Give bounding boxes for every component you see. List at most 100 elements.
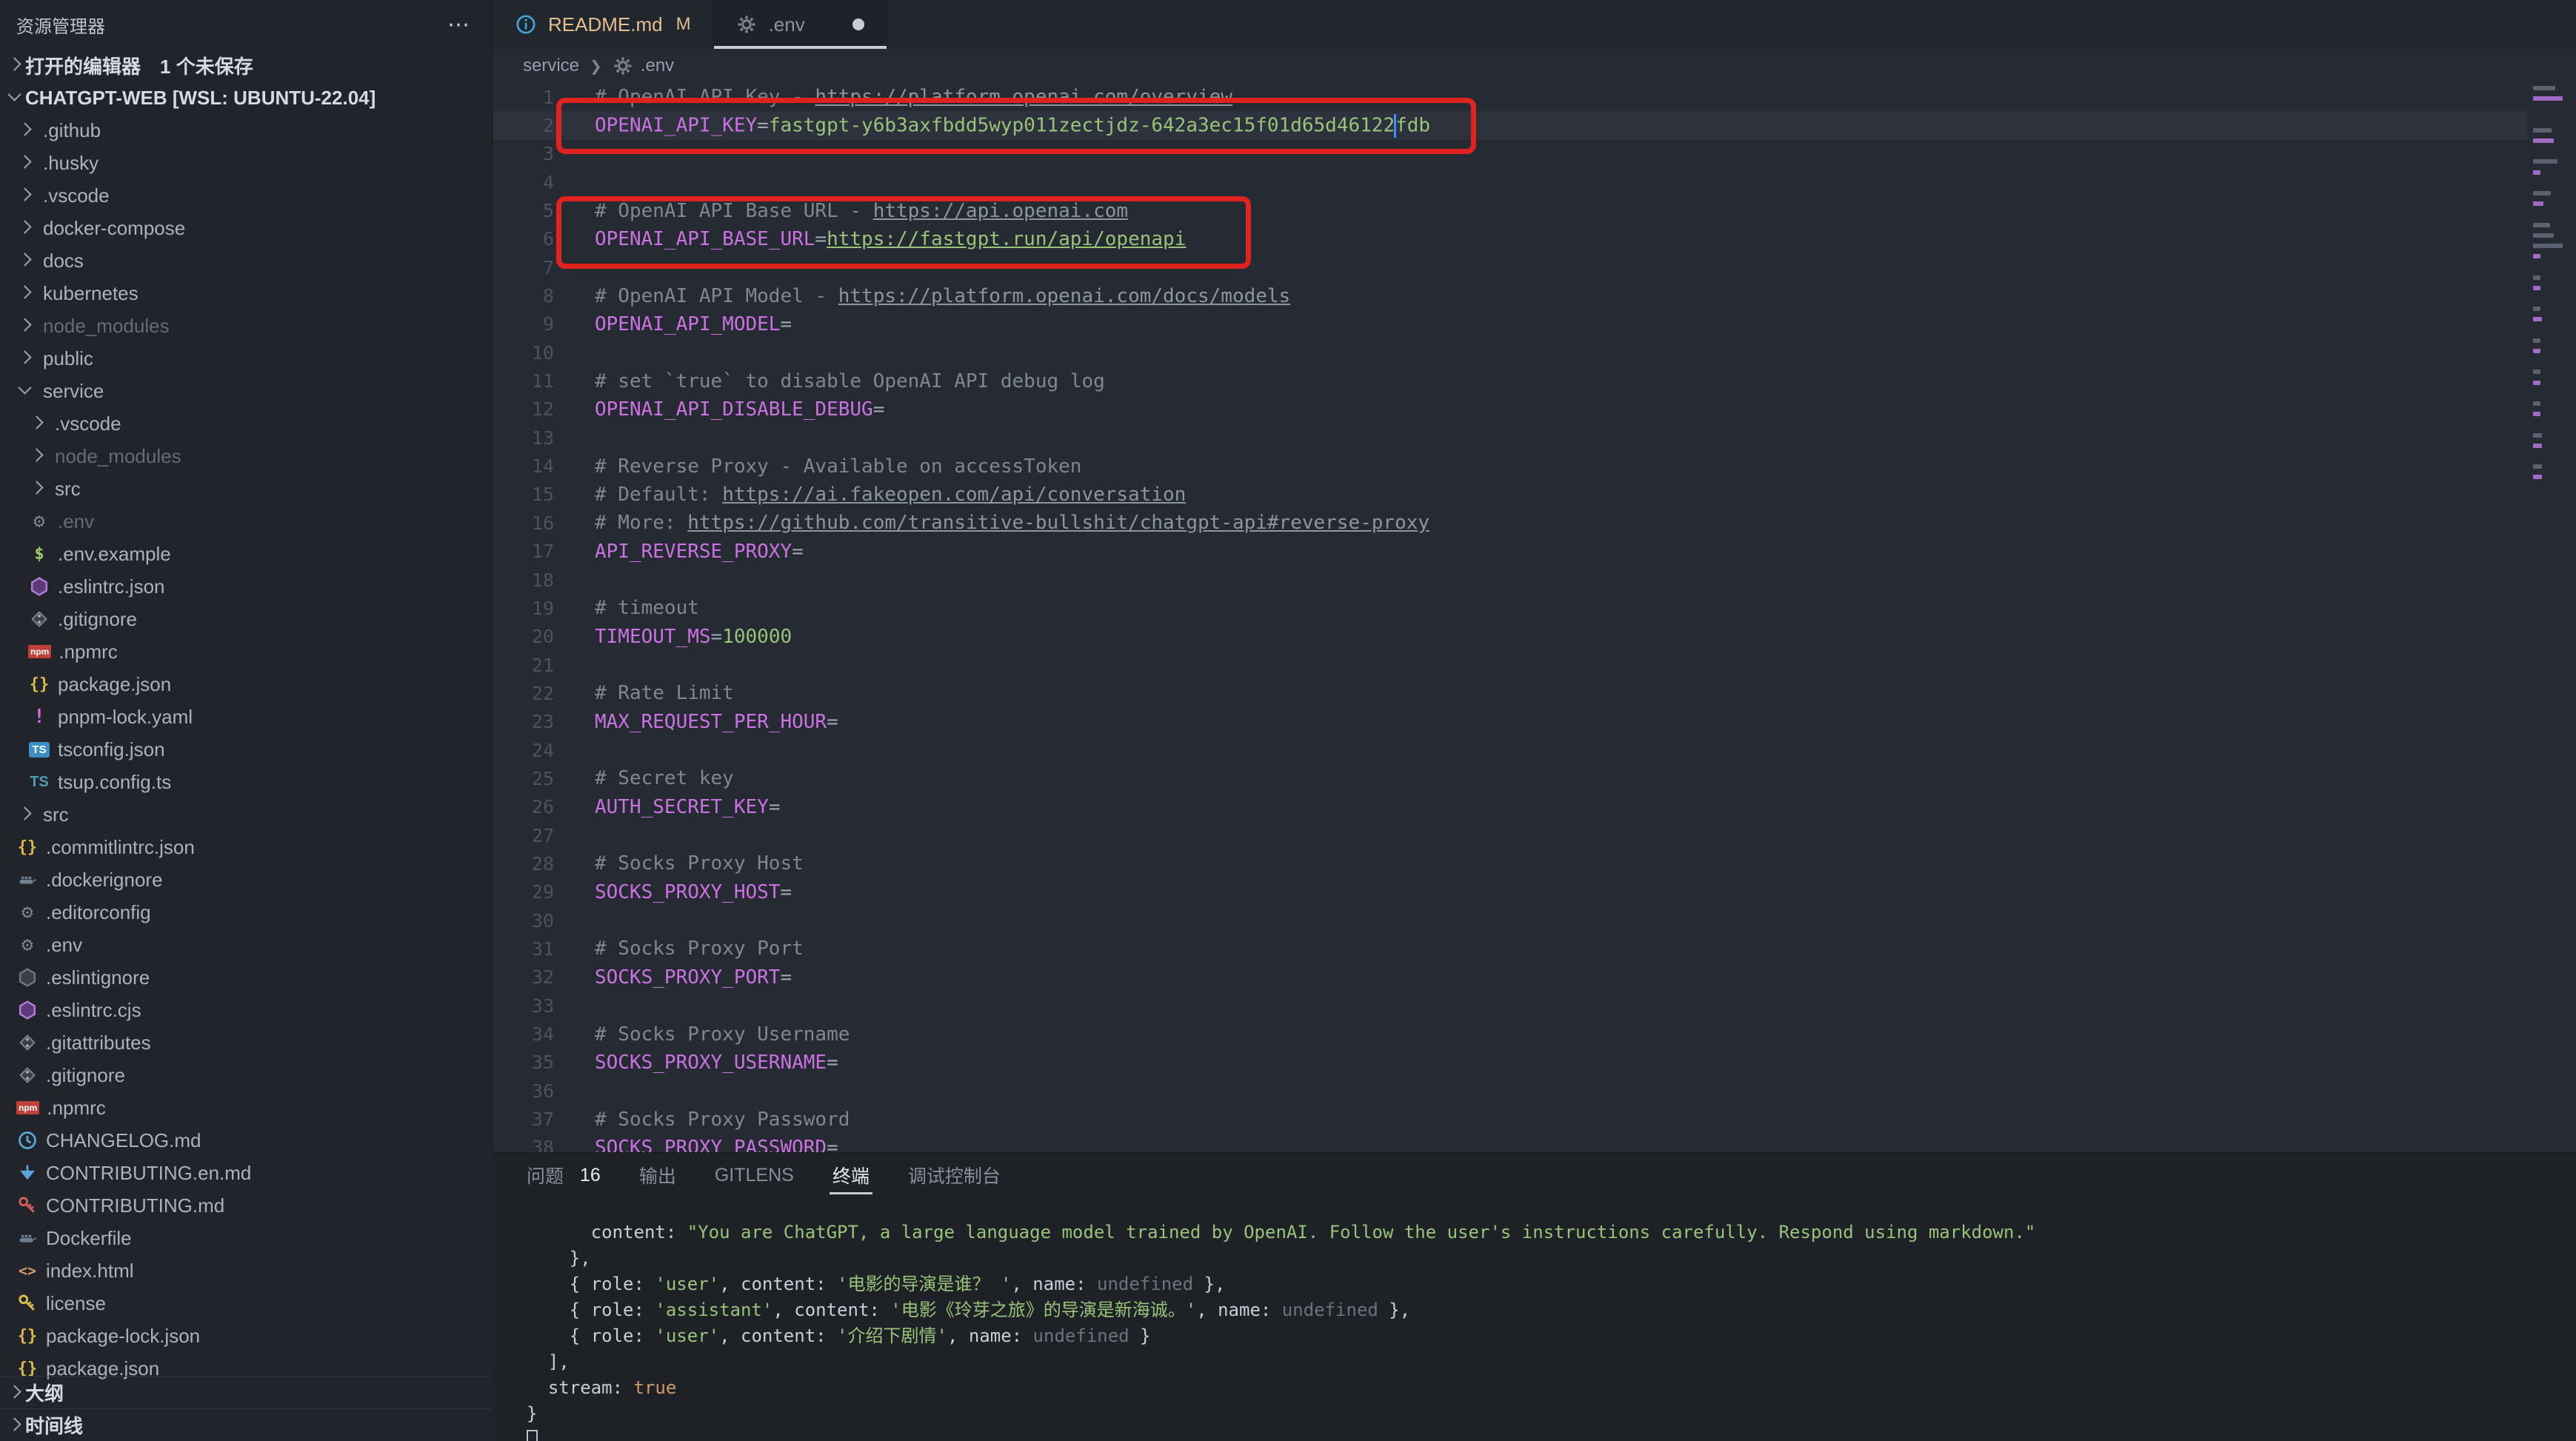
key-icon: [16, 1194, 39, 1217]
tree-file-.eslintignore[interactable]: .eslintignore: [0, 961, 492, 994]
yaml-icon: !: [28, 706, 50, 728]
breadcrumb-folder[interactable]: service: [523, 56, 579, 76]
minimap-mark: [2533, 159, 2557, 164]
tree-file-.env[interactable]: ⚙.env: [0, 929, 492, 961]
tree-folder-public[interactable]: public: [0, 342, 492, 375]
chevron-right-icon: [6, 56, 25, 75]
breadcrumb: service ❯ .env: [493, 49, 2576, 83]
chevron-down-icon: [6, 88, 25, 107]
eslint-icon: [16, 999, 39, 1021]
tree-folder-src[interactable]: src: [0, 798, 492, 831]
code-line-7: 7: [493, 253, 2576, 281]
panel-tab-问题[interactable]: 问题16: [527, 1153, 601, 1197]
tree-file-package.json[interactable]: {}package.json: [0, 668, 492, 701]
panel-tab-终端[interactable]: 终端: [832, 1153, 870, 1197]
chevron-right-icon: [16, 349, 36, 368]
chevron-right-icon: [16, 316, 36, 335]
git-icon: [16, 1032, 39, 1054]
tree-file-package-lock.json[interactable]: {}package-lock.json: [0, 1320, 492, 1352]
minimap[interactable]: [2527, 83, 2576, 527]
code-line-5: 5# OpenAI API Base URL - https://api.ope…: [493, 196, 2576, 224]
npm-icon: npm: [28, 641, 51, 663]
tree-file-.gitignore[interactable]: .gitignore: [0, 1059, 492, 1091]
tree-file-CONTRIBUTING.en.md[interactable]: CONTRIBUTING.en.md: [0, 1157, 492, 1189]
changelog-clock-icon: [16, 1129, 39, 1151]
tree-file-.env[interactable]: ⚙.env: [0, 505, 492, 538]
minimap-mark: [2533, 307, 2540, 311]
tree-folder-docs[interactable]: docs: [0, 244, 492, 277]
tree-folder-node_modules[interactable]: node_modules: [0, 440, 492, 472]
license-key-icon: [16, 1292, 39, 1314]
code-line-10: 10: [493, 338, 2576, 367]
minimap-mark: [2533, 201, 2543, 206]
code-line-1: 1# OpenAI API Key - https://platform.ope…: [493, 83, 2576, 111]
outline-section[interactable]: 大纲: [0, 1376, 492, 1408]
minimap-mark: [2533, 433, 2542, 438]
chevron-right-icon: [16, 186, 36, 205]
docker-whale-icon: [16, 1227, 39, 1249]
typescript-icon: TS: [28, 771, 50, 793]
tree-folder-.github[interactable]: .github: [0, 114, 492, 147]
workspace-root-label: CHATGPT-WEB [WSL: UBUNTU-22.04]: [25, 87, 376, 110]
tree-folder-src[interactable]: src: [0, 472, 492, 505]
git-icon: [16, 1064, 39, 1086]
minimap-mark: [2533, 370, 2540, 374]
minimap-mark: [2533, 86, 2555, 90]
breadcrumb-separator-icon: ❯: [590, 57, 602, 76]
tree-folder-.vscode[interactable]: .vscode: [0, 407, 492, 440]
tree-folder-service[interactable]: service: [0, 375, 492, 407]
chevron-right-icon: [16, 218, 36, 238]
info-icon: [515, 14, 536, 35]
terminal-cursor: [527, 1430, 538, 1441]
tree-file-.gitignore[interactable]: .gitignore: [0, 603, 492, 635]
tree-file-Dockerfile[interactable]: Dockerfile: [0, 1222, 492, 1254]
tree-file-.npmrc[interactable]: npm.npmrc: [0, 635, 492, 668]
tree-file-.editorconfig[interactable]: ⚙.editorconfig: [0, 896, 492, 929]
code-line-15: 15# Default: https://ai.fakeopen.com/api…: [493, 481, 2576, 509]
tree-file-CONTRIBUTING.md[interactable]: CONTRIBUTING.md: [0, 1189, 492, 1222]
tsconfig-icon: TS: [28, 738, 50, 760]
minimap-mark: [2533, 401, 2540, 406]
tab-env[interactable]: .env: [714, 0, 887, 49]
tree-file-index.html[interactable]: <>index.html: [0, 1254, 492, 1287]
explorer-more-actions-icon[interactable]: ⋯: [447, 12, 471, 38]
code-line-19: 19# timeout: [493, 594, 2576, 622]
tree-file-license[interactable]: license: [0, 1287, 492, 1320]
tab-env-label: .env: [769, 13, 805, 36]
tree-file-.eslintrc.cjs[interactable]: .eslintrc.cjs: [0, 994, 492, 1026]
tree-file-.dockerignore[interactable]: .dockerignore: [0, 863, 492, 896]
tree-file-.npmrc[interactable]: npm.npmrc: [0, 1091, 492, 1124]
tree-file-.eslintrc.json[interactable]: .eslintrc.json: [0, 570, 492, 603]
json-braces-icon: {}: [28, 673, 50, 695]
tree-folder-docker-compose[interactable]: docker-compose: [0, 212, 492, 244]
code-editor[interactable]: 1# OpenAI API Key - https://platform.ope…: [493, 83, 2576, 1152]
tree-file-pnpm-lock.yaml[interactable]: !pnpm-lock.yaml: [0, 701, 492, 733]
tree-file-tsup.config.ts[interactable]: TStsup.config.ts: [0, 766, 492, 798]
tree-file-CHANGELOG.md[interactable]: CHANGELOG.md: [0, 1124, 492, 1157]
workspace-root-section[interactable]: CHATGPT-WEB [WSL: UBUNTU-22.04]: [0, 81, 492, 114]
tree-file-.gitattributes[interactable]: .gitattributes: [0, 1026, 492, 1059]
code-line-26: 26AUTH_SECRET_KEY=: [493, 793, 2576, 821]
tree-folder-.vscode[interactable]: .vscode: [0, 179, 492, 212]
open-editors-section[interactable]: 打开的编辑器 1 个未保存: [0, 49, 492, 81]
tab-readme[interactable]: README.md M: [493, 0, 714, 49]
tree-file-tsconfig.json[interactable]: TStsconfig.json: [0, 733, 492, 766]
code-line-13: 13: [493, 424, 2576, 452]
tree-folder-node_modules[interactable]: node_modules: [0, 310, 492, 342]
panel-tab-调试控制台[interactable]: 调试控制台: [908, 1153, 1001, 1197]
unsaved-dot-icon[interactable]: [852, 19, 864, 30]
panel-tab-输出[interactable]: 输出: [639, 1153, 676, 1197]
terminal-output[interactable]: content: "You are ChatGPT, a large langu…: [493, 1197, 2576, 1441]
tree-file-.commitlintrc.json[interactable]: {}.commitlintrc.json: [0, 831, 492, 863]
minimap-mark: [2533, 96, 2563, 101]
breadcrumb-file[interactable]: .env: [641, 56, 674, 76]
tree-folder-kubernetes[interactable]: kubernetes: [0, 277, 492, 310]
tree-folder-.husky[interactable]: .husky: [0, 147, 492, 179]
timeline-section[interactable]: 时间线: [0, 1408, 492, 1441]
explorer-sidebar: 资源管理器 ⋯ 打开的编辑器 1 个未保存 CHATGPT-WEB [WSL: …: [0, 0, 493, 1441]
chevron-right-icon: [28, 414, 47, 433]
panel-tab-GITLENS[interactable]: GITLENS: [715, 1153, 794, 1197]
tab-bar: README.md M .env: [493, 0, 2576, 49]
tree-file-.env.example[interactable]: $.env.example: [0, 538, 492, 570]
chevron-right-icon: [16, 153, 36, 173]
